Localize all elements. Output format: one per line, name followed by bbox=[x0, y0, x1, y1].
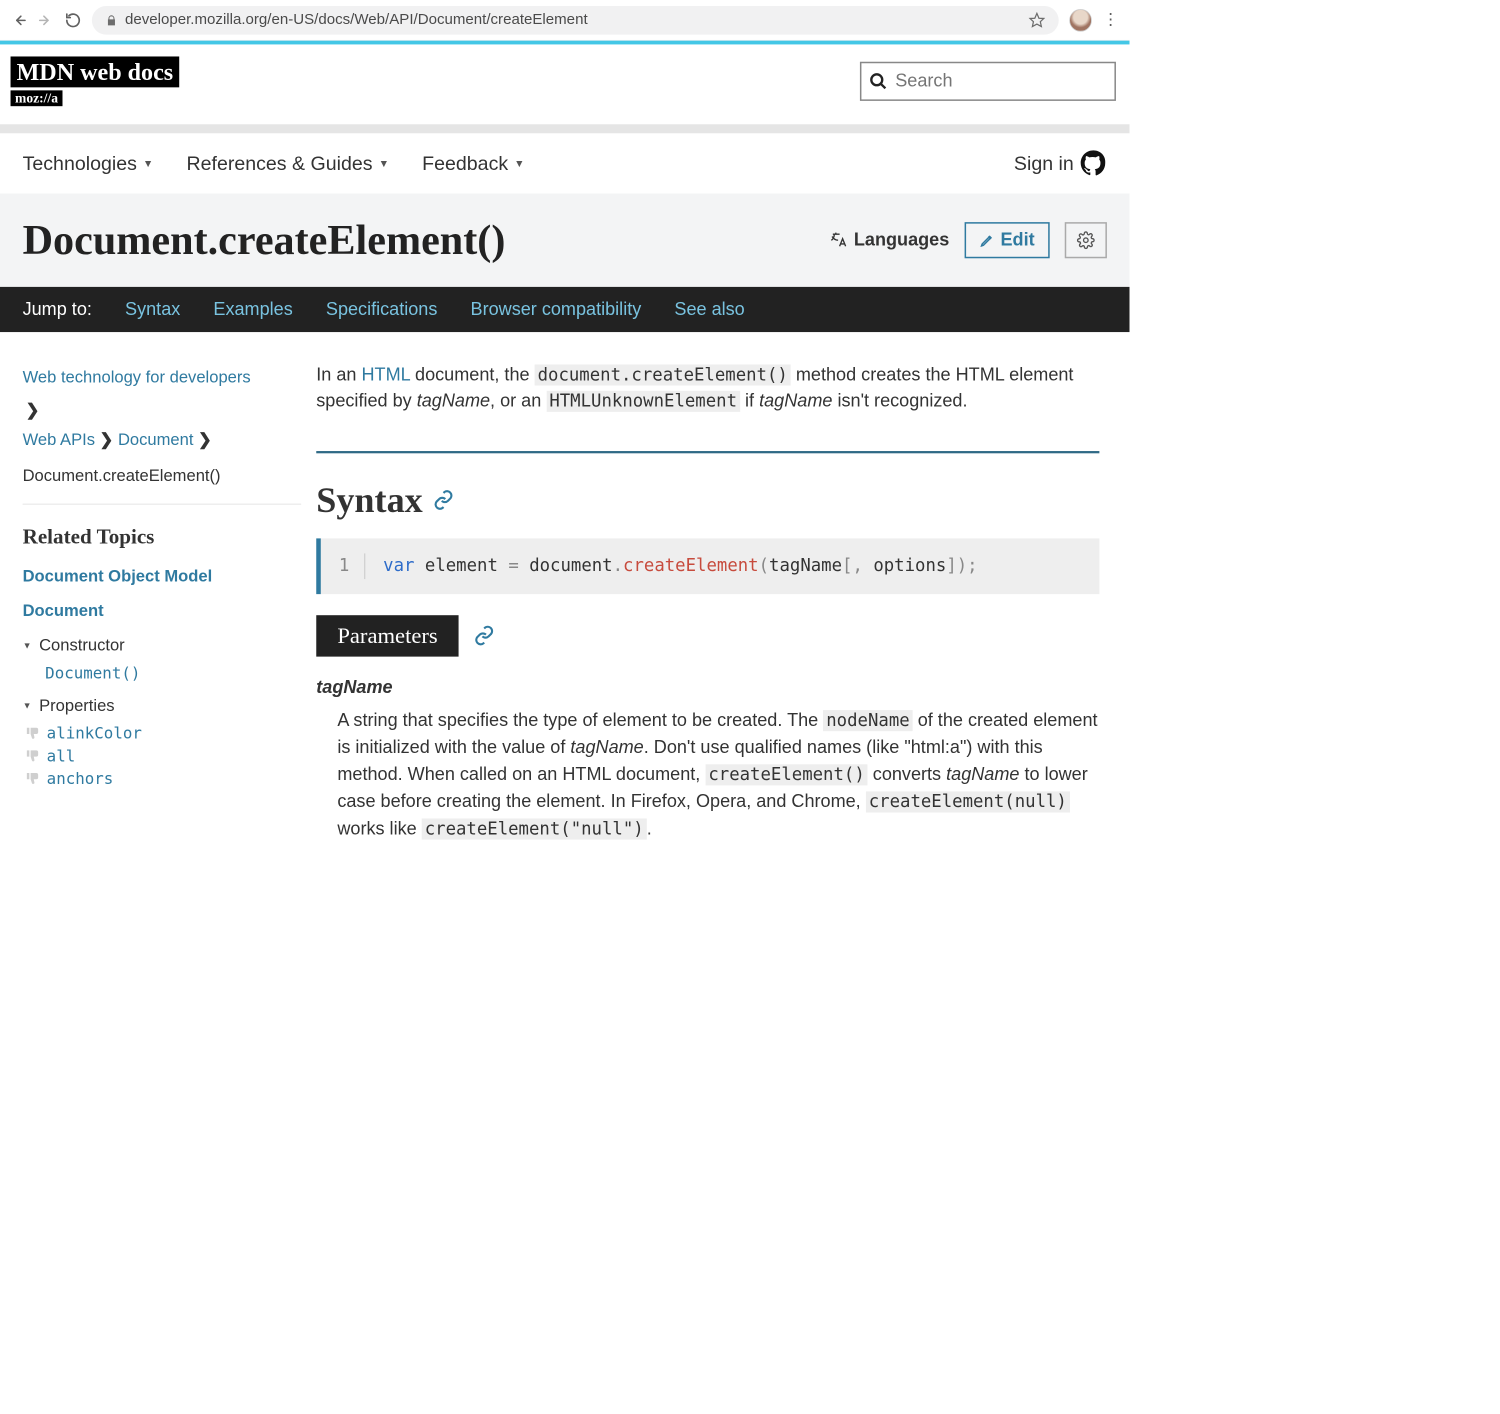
code-createelement: document.createElement() bbox=[535, 364, 791, 385]
site-search[interactable] bbox=[860, 62, 1116, 101]
chevron-right-icon: ❯ bbox=[100, 425, 114, 455]
jump-seealso[interactable]: See also bbox=[674, 299, 744, 320]
crumb-webtech[interactable]: Web technology for developers bbox=[23, 367, 251, 386]
title-bar: Document.createElement() Languages Edit bbox=[0, 194, 1130, 287]
github-icon bbox=[1080, 150, 1107, 177]
browser-menu-icon[interactable]: ⋮ bbox=[1102, 17, 1119, 24]
lock-icon bbox=[105, 14, 117, 26]
syntax-code-block: 1 var element = document.createElement(t… bbox=[316, 539, 1099, 594]
thumbs-down-icon bbox=[26, 726, 41, 741]
sidebar-section-properties[interactable]: ▼ Properties bbox=[23, 696, 302, 716]
triangle-down-icon: ▼ bbox=[23, 640, 32, 651]
page-title: Document.createElement() bbox=[23, 216, 815, 264]
thumbs-down-icon bbox=[26, 771, 41, 786]
jump-syntax[interactable]: Syntax bbox=[125, 299, 180, 320]
chevron-down-icon: ▼ bbox=[143, 157, 153, 169]
triangle-down-icon: ▼ bbox=[23, 701, 32, 712]
chevron-right-icon: ❯ bbox=[26, 395, 302, 425]
nav-feedback[interactable]: Feedback ▼ bbox=[422, 152, 524, 175]
edit-button[interactable]: Edit bbox=[964, 222, 1049, 258]
code-line: var element = document.createElement(tag… bbox=[383, 554, 977, 579]
syntax-heading: Syntax bbox=[316, 474, 1099, 526]
chevron-down-icon: ▼ bbox=[379, 157, 389, 169]
url-text: developer.mozilla.org/en-US/docs/Web/API… bbox=[125, 11, 588, 28]
crumb-document[interactable]: Document bbox=[118, 425, 194, 455]
section-divider bbox=[316, 451, 1099, 453]
back-button[interactable] bbox=[11, 12, 28, 29]
address-bar[interactable]: developer.mozilla.org/en-US/docs/Web/API… bbox=[92, 6, 1059, 35]
body: Web technology for developers ❯ Web APIs… bbox=[0, 332, 1130, 865]
jump-bar: Jump to: Syntax Examples Specifications … bbox=[0, 287, 1130, 332]
sidebar-item-document-ctor[interactable]: Document() bbox=[23, 664, 302, 682]
sidebar-prop-all[interactable]: all bbox=[23, 747, 302, 765]
sidebar-link-document[interactable]: Document bbox=[23, 601, 302, 621]
browser-toolbar: developer.mozilla.org/en-US/docs/Web/API… bbox=[0, 0, 1130, 41]
line-number: 1 bbox=[339, 554, 365, 579]
signin-link[interactable]: Sign in bbox=[1014, 150, 1107, 177]
gear-icon bbox=[1077, 231, 1095, 249]
param-desc-tagname: A string that specifies the type of elem… bbox=[337, 707, 1099, 843]
logo-top: MDN web docs bbox=[11, 56, 180, 87]
code-htmlunknown: HTMLUnknownElement bbox=[546, 391, 740, 412]
logo-bottom: moz://a bbox=[11, 90, 63, 106]
mdn-logo[interactable]: MDN web docs moz://a bbox=[11, 56, 180, 106]
jump-examples[interactable]: Examples bbox=[213, 299, 292, 320]
crumb-webapis[interactable]: Web APIs bbox=[23, 425, 95, 455]
breadcrumbs: Web technology for developers ❯ Web APIs… bbox=[23, 362, 302, 505]
jump-browser-compat[interactable]: Browser compatibility bbox=[471, 299, 642, 320]
language-switcher[interactable]: Languages bbox=[830, 230, 950, 251]
sidebar-prop-alinkcolor[interactable]: alinkColor bbox=[23, 725, 302, 743]
intro-paragraph: In an HTML document, the document.create… bbox=[316, 362, 1099, 414]
jump-specifications[interactable]: Specifications bbox=[326, 299, 438, 320]
site-header: MDN web docs moz://a bbox=[0, 44, 1130, 124]
star-icon[interactable] bbox=[1029, 12, 1046, 29]
chevron-down-icon: ▼ bbox=[514, 157, 524, 169]
anchor-link-icon[interactable] bbox=[433, 490, 454, 511]
sidebar-link-dom[interactable]: Document Object Model bbox=[23, 567, 302, 587]
sidebar-prop-anchors[interactable]: anchors bbox=[23, 770, 302, 788]
main-nav: Technologies ▼ References & Guides ▼ Fee… bbox=[0, 133, 1130, 193]
chevron-right-icon: ❯ bbox=[198, 425, 212, 455]
parameters-heading: Parameters bbox=[316, 615, 1099, 657]
profile-avatar[interactable] bbox=[1069, 9, 1092, 32]
pencil-icon bbox=[979, 233, 994, 248]
related-topics-heading: Related Topics bbox=[23, 526, 302, 550]
sidebar: Web technology for developers ❯ Web APIs… bbox=[23, 362, 302, 842]
search-input[interactable] bbox=[895, 71, 1107, 92]
divider-bar bbox=[0, 124, 1130, 133]
translate-icon bbox=[830, 231, 848, 249]
jump-label: Jump to: bbox=[23, 299, 92, 320]
thumbs-down-icon bbox=[26, 749, 41, 764]
param-name-tagname: tagName bbox=[316, 675, 1099, 701]
article: In an HTML document, the document.create… bbox=[316, 362, 1107, 842]
nav-technologies[interactable]: Technologies ▼ bbox=[23, 152, 154, 175]
link-html[interactable]: HTML bbox=[361, 364, 410, 384]
forward-button[interactable] bbox=[38, 12, 55, 29]
anchor-link-icon[interactable] bbox=[474, 625, 495, 646]
sidebar-section-constructor[interactable]: ▼ Constructor bbox=[23, 636, 302, 656]
search-icon bbox=[869, 71, 888, 92]
settings-button[interactable] bbox=[1065, 222, 1107, 258]
crumb-current: Document.createElement() bbox=[23, 461, 302, 491]
reload-button[interactable] bbox=[65, 12, 82, 29]
nav-references[interactable]: References & Guides ▼ bbox=[186, 152, 389, 175]
